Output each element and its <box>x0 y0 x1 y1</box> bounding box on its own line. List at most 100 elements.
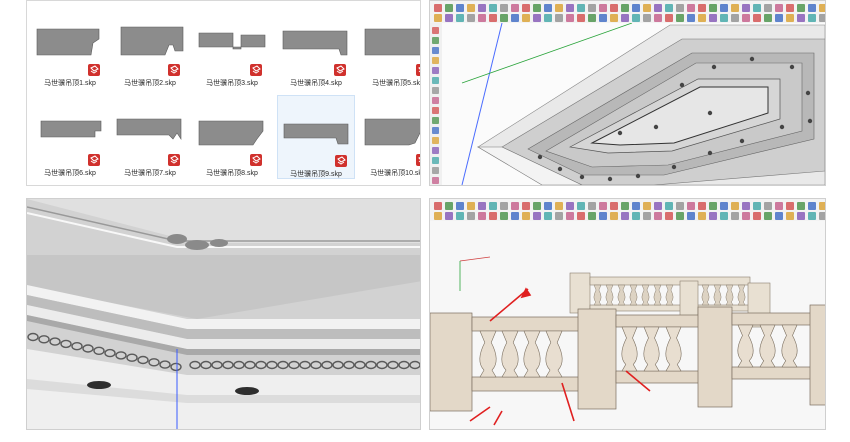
sketchup-tool-icon[interactable] <box>544 202 552 210</box>
sketchup-tool-icon[interactable] <box>432 117 439 124</box>
sketchup-tool-icon[interactable] <box>764 212 772 220</box>
sketchup-tool-icon[interactable] <box>467 202 475 210</box>
sketchup-tool-icon[interactable] <box>742 212 750 220</box>
sketchup-tool-icon[interactable] <box>753 4 761 12</box>
sketchup-tool-icon[interactable] <box>742 202 750 210</box>
sketchup-tool-icon[interactable] <box>632 4 640 12</box>
sketchup-tool-icon[interactable] <box>432 57 439 64</box>
sketchup-tool-icon[interactable] <box>588 4 596 12</box>
sketchup-tool-icon[interactable] <box>621 202 629 210</box>
sketchup-tool-icon[interactable] <box>544 212 552 220</box>
file-item[interactable]: 马世骥吊顶1.skp <box>31 5 109 89</box>
sketchup-tool-icon[interactable] <box>764 4 772 12</box>
sketchup-tool-icon[interactable] <box>445 202 453 210</box>
sketchup-tool-icon[interactable] <box>599 4 607 12</box>
sketchup-tool-icon[interactable] <box>489 212 497 220</box>
sketchup-tool-icon[interactable] <box>445 212 453 220</box>
sketchup-tool-icon[interactable] <box>819 14 825 22</box>
sketchup-tool-icon[interactable] <box>432 137 439 144</box>
sketchup-tool-icon[interactable] <box>522 4 530 12</box>
sketchup-tool-icon[interactable] <box>775 4 783 12</box>
sketchup-tool-icon[interactable] <box>786 202 794 210</box>
sketchup-tool-icon[interactable] <box>654 14 662 22</box>
sketchup-tool-icon[interactable] <box>709 202 717 210</box>
sketchup-tool-icon[interactable] <box>467 212 475 220</box>
sketchup-tool-icon[interactable] <box>676 202 684 210</box>
sketchup-tool-icon[interactable] <box>709 212 717 220</box>
sketchup-tool-icon[interactable] <box>577 212 585 220</box>
sketchup-tool-icon[interactable] <box>709 4 717 12</box>
toolbar[interactable] <box>430 1 825 24</box>
model-viewport[interactable] <box>430 221 826 430</box>
sketchup-tool-icon[interactable] <box>698 202 706 210</box>
sketchup-tool-icon[interactable] <box>764 14 772 22</box>
sketchup-tool-icon[interactable] <box>654 202 662 210</box>
sketchup-tool-icon[interactable] <box>643 212 651 220</box>
sketchup-tool-icon[interactable] <box>797 202 805 210</box>
sketchup-tool-icon[interactable] <box>522 14 530 22</box>
sketchup-tool-icon[interactable] <box>687 202 695 210</box>
sketchup-tool-icon[interactable] <box>445 14 453 22</box>
model-viewport[interactable] <box>442 23 825 185</box>
file-item[interactable]: 马世骥吊顶10.skp <box>359 95 420 179</box>
sketchup-tool-icon[interactable] <box>720 212 728 220</box>
sketchup-tool-icon[interactable] <box>775 14 783 22</box>
sketchup-tool-icon[interactable] <box>533 14 541 22</box>
sketchup-tool-icon[interactable] <box>555 4 563 12</box>
sketchup-tool-icon[interactable] <box>588 14 596 22</box>
sketchup-tool-icon[interactable] <box>456 14 464 22</box>
sketchup-tool-icon[interactable] <box>698 212 706 220</box>
sketchup-tool-icon[interactable] <box>555 14 563 22</box>
file-item[interactable]: 马世骥吊顶4.skp <box>277 5 355 89</box>
file-item[interactable]: 马世骥吊顶6.skp <box>31 95 109 179</box>
sketchup-tool-icon[interactable] <box>632 14 640 22</box>
sketchup-tool-icon[interactable] <box>665 212 673 220</box>
sketchup-tool-icon[interactable] <box>786 4 794 12</box>
sketchup-tool-icon[interactable] <box>786 14 794 22</box>
sketchup-tool-icon[interactable] <box>432 27 439 34</box>
sketchup-tool-icon[interactable] <box>588 212 596 220</box>
sketchup-tool-icon[interactable] <box>566 212 574 220</box>
sketchup-tool-icon[interactable] <box>432 77 439 84</box>
sketchup-tool-icon[interactable] <box>478 202 486 210</box>
sketchup-tool-icon[interactable] <box>566 14 574 22</box>
sketchup-tool-icon[interactable] <box>808 14 816 22</box>
file-item[interactable]: 马世骥吊顶5.skp <box>359 5 420 89</box>
sketchup-tool-icon[interactable] <box>478 14 486 22</box>
sketchup-tool-icon[interactable] <box>687 212 695 220</box>
sketchup-tool-icon[interactable] <box>500 4 508 12</box>
sketchup-tool-icon[interactable] <box>698 4 706 12</box>
sketchup-tool-icon[interactable] <box>753 14 761 22</box>
sketchup-tool-icon[interactable] <box>775 212 783 220</box>
sketchup-tool-icon[interactable] <box>643 202 651 210</box>
sketchup-tool-icon[interactable] <box>511 202 519 210</box>
file-item[interactable]: 马世骥吊顶2.skp <box>111 5 189 89</box>
sketchup-tool-icon[interactable] <box>456 212 464 220</box>
sketchup-tool-icon[interactable] <box>676 212 684 220</box>
sketchup-tool-icon[interactable] <box>500 202 508 210</box>
sketchup-tool-icon[interactable] <box>808 202 816 210</box>
sketchup-tool-icon[interactable] <box>643 14 651 22</box>
sketchup-tool-icon[interactable] <box>434 14 442 22</box>
sketchup-tool-icon[interactable] <box>632 202 640 210</box>
sketchup-tool-icon[interactable] <box>432 147 439 154</box>
sketchup-tool-icon[interactable] <box>577 14 585 22</box>
sketchup-tool-icon[interactable] <box>720 4 728 12</box>
sketchup-tool-icon[interactable] <box>555 212 563 220</box>
sketchup-tool-icon[interactable] <box>599 212 607 220</box>
sketchup-tool-icon[interactable] <box>610 4 618 12</box>
sketchup-tool-icon[interactable] <box>533 212 541 220</box>
sketchup-tool-icon[interactable] <box>599 202 607 210</box>
sketchup-tool-icon[interactable] <box>500 212 508 220</box>
sketchup-tool-icon[interactable] <box>445 4 453 12</box>
sketchup-tool-icon[interactable] <box>621 14 629 22</box>
sketchup-tool-icon[interactable] <box>500 14 508 22</box>
file-item[interactable]: 马世骥吊顶7.skp <box>111 95 189 179</box>
sketchup-tool-icon[interactable] <box>610 212 618 220</box>
sketchup-tool-icon[interactable] <box>687 14 695 22</box>
sketchup-tool-icon[interactable] <box>432 97 439 104</box>
sketchup-tool-icon[interactable] <box>698 14 706 22</box>
sketchup-tool-icon[interactable] <box>522 212 530 220</box>
sketchup-tool-icon[interactable] <box>665 202 673 210</box>
sketchup-tool-icon[interactable] <box>511 212 519 220</box>
